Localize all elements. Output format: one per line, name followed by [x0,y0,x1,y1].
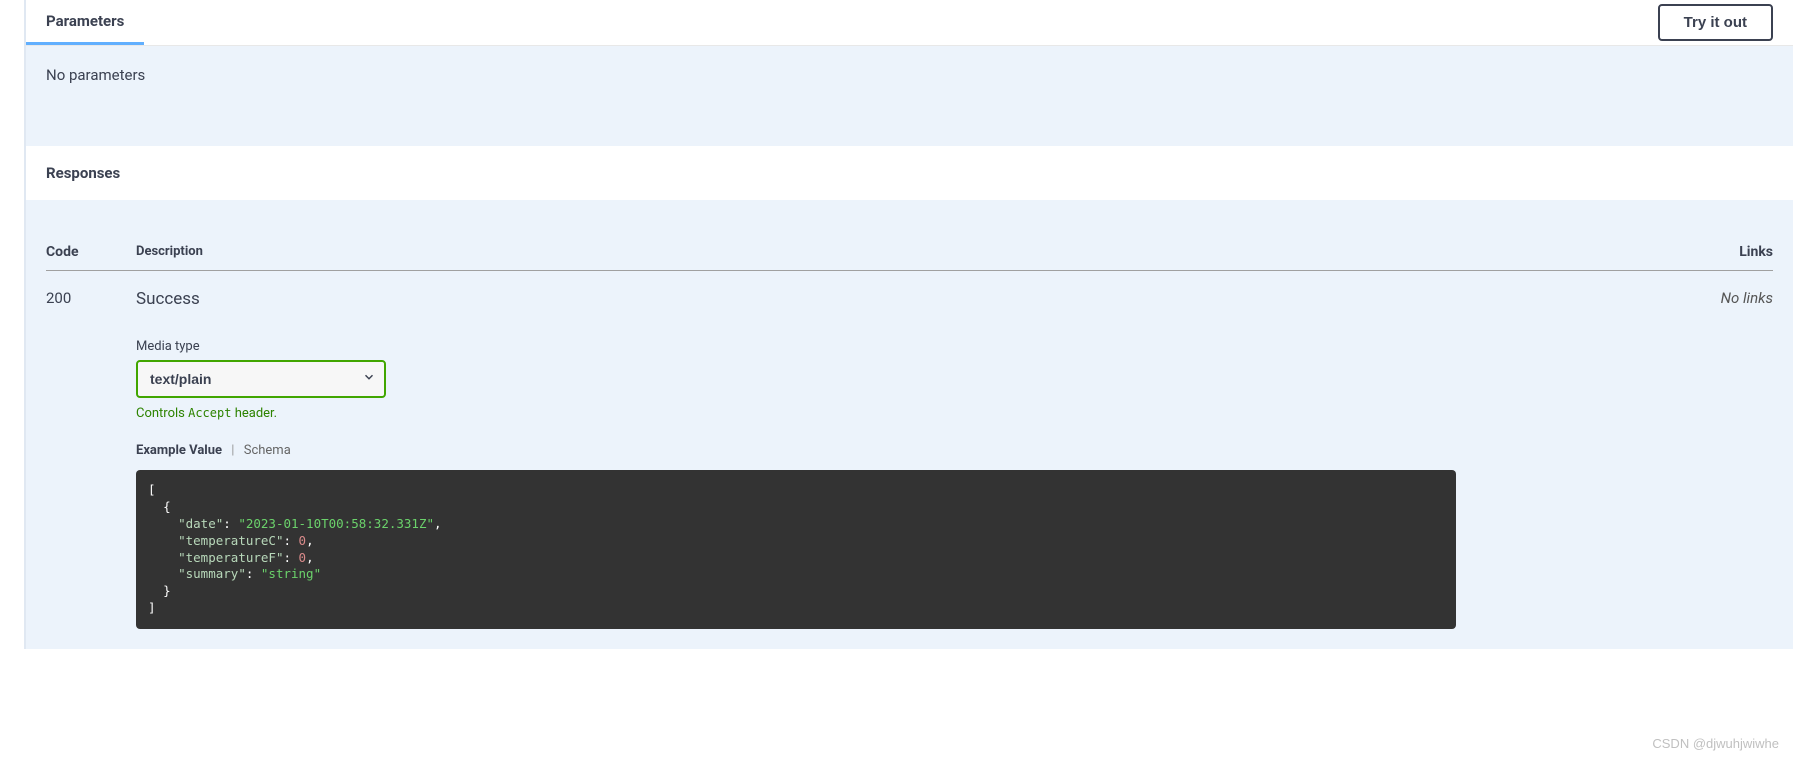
no-parameters-text: No parameters [46,66,145,84]
col-header-code: Code [46,244,136,260]
tab-parameters[interactable]: Parameters [26,0,144,45]
parameters-panel: No parameters [26,46,1793,146]
responses-panel: Code Description Links 200 Success Media… [26,200,1793,649]
media-type-label: Media type [136,339,1693,354]
try-it-out-button[interactable]: Try it out [1658,4,1773,41]
response-links: No links [1693,289,1773,629]
responses-heading: Responses [26,146,1793,200]
tab-schema[interactable]: Schema [244,443,291,458]
response-code: 200 [46,289,136,629]
col-header-links: Links [1693,244,1773,260]
response-description: Success [136,289,1693,309]
accept-header-hint: Controls Accept header. [136,406,1693,421]
tab-example-value[interactable]: Example Value [136,443,222,458]
watermark-text: CSDN @djwuhjwiwhe [1652,736,1779,751]
example-json-block: [ { "date": "2023-01-10T00:58:32.331Z", … [136,470,1456,629]
col-header-description: Description [136,244,1693,260]
tab-divider: | [231,443,234,458]
media-type-select[interactable]: text/plain [136,360,386,398]
